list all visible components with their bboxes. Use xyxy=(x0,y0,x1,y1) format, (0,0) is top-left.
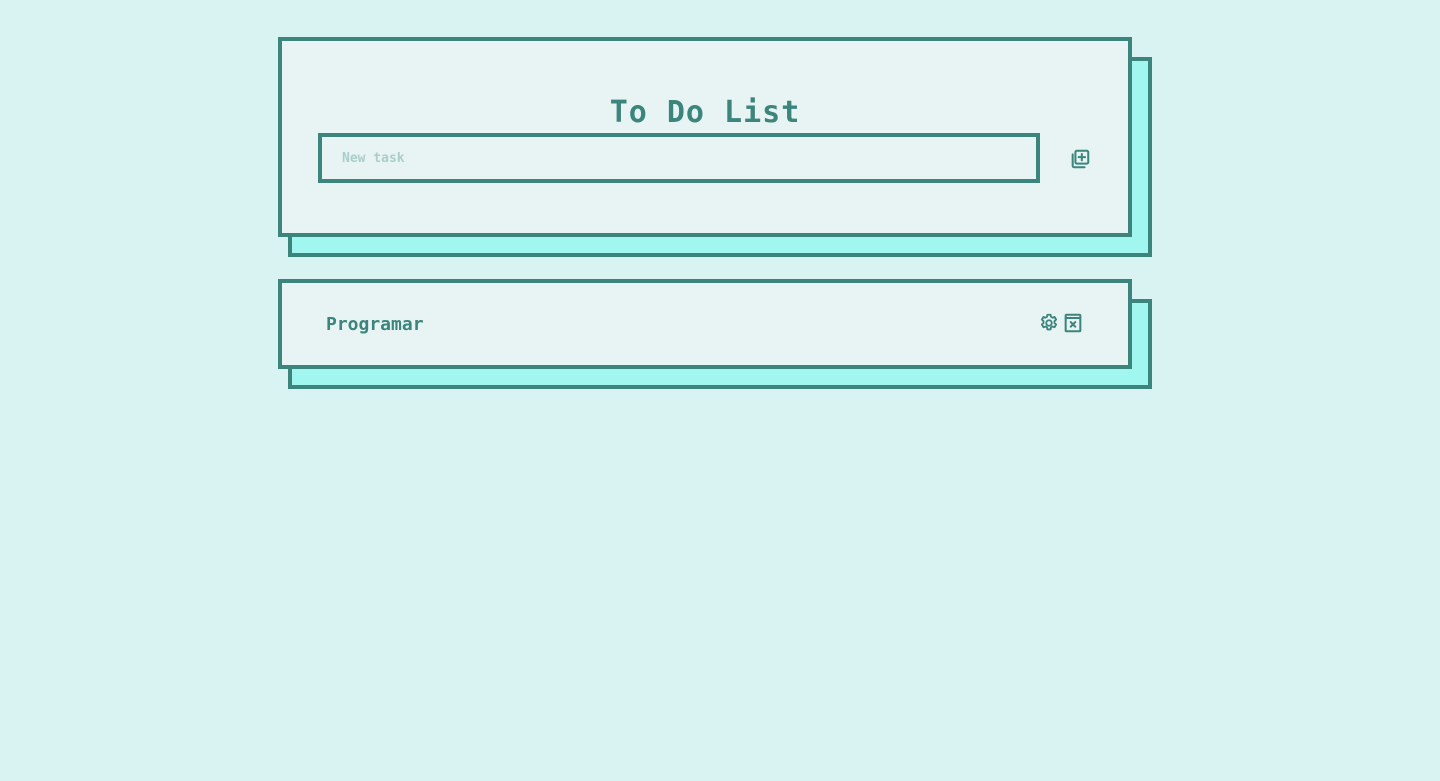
task-label: Programar xyxy=(326,314,424,335)
edit-task-button[interactable] xyxy=(1038,312,1060,334)
new-task-input[interactable] xyxy=(318,133,1040,183)
task-item: Programar xyxy=(278,279,1132,369)
add-box-icon xyxy=(1069,148,1091,170)
add-task-button[interactable] xyxy=(1068,147,1092,171)
task-card: Programar xyxy=(278,279,1152,389)
delete-box-icon xyxy=(1062,312,1084,334)
gear-icon xyxy=(1038,312,1060,334)
task-actions xyxy=(1038,312,1084,334)
page-title: To Do List xyxy=(609,95,801,130)
header-card-panel: To Do List xyxy=(278,37,1132,237)
delete-task-button[interactable] xyxy=(1062,312,1084,334)
header-card: To Do List xyxy=(278,37,1152,257)
